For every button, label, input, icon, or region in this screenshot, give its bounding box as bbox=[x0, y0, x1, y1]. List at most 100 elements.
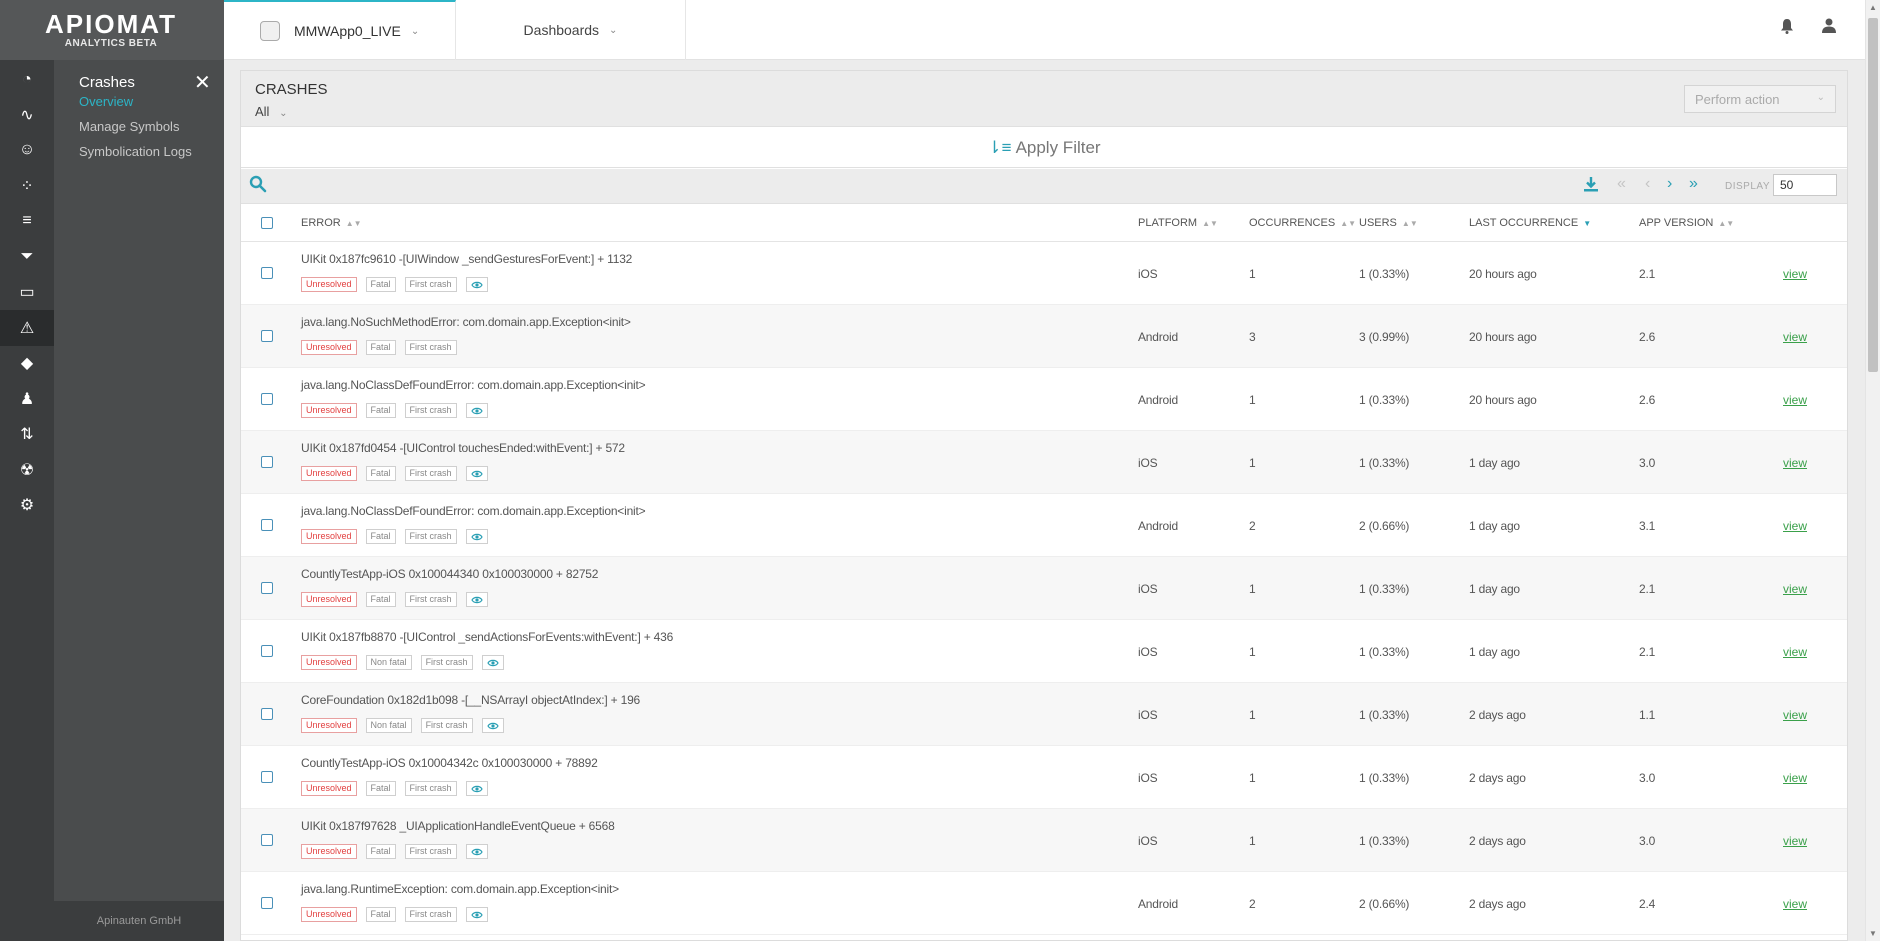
table-row[interactable]: java.lang.NoSuchMethodError: com.domain.… bbox=[241, 305, 1847, 368]
table-row[interactable]: CountlyTestApp-iOS 0x10004342c 0x1000300… bbox=[241, 746, 1847, 809]
row-checkbox[interactable] bbox=[261, 393, 273, 405]
smiley-icon[interactable]: ☺ bbox=[0, 132, 54, 168]
tag-icon[interactable]: ◆ bbox=[0, 345, 54, 381]
row-checkbox[interactable] bbox=[261, 330, 273, 342]
error-title[interactable]: java.lang.NoSuchMethodError: com.domain.… bbox=[301, 315, 631, 329]
table-row[interactable]: java.lang.NoClassDefFoundError: com.doma… bbox=[241, 368, 1847, 431]
view-link[interactable]: view bbox=[1783, 330, 1807, 344]
warning-icon[interactable]: ⚠ bbox=[0, 310, 54, 346]
route-icon[interactable]: ⇅ bbox=[0, 416, 54, 452]
logo-area[interactable]: APIOMAT ANALYTICS BETA bbox=[0, 0, 224, 60]
last-page-icon[interactable]: » bbox=[1689, 175, 1698, 193]
error-title[interactable]: CoreFoundation 0x182d1b098 -[__NSArrayI … bbox=[301, 693, 640, 707]
previous-page-icon[interactable]: ‹ bbox=[1645, 175, 1650, 193]
bell-icon[interactable] bbox=[1780, 18, 1794, 38]
activity-icon[interactable]: ∿ bbox=[0, 97, 54, 133]
row-checkbox[interactable] bbox=[261, 771, 273, 783]
view-link[interactable]: view bbox=[1783, 582, 1807, 596]
occurrences-cell: 1 bbox=[1249, 393, 1256, 407]
radiation-icon[interactable]: ☢ bbox=[0, 452, 54, 488]
row-checkbox[interactable] bbox=[261, 708, 273, 720]
close-icon[interactable]: ✕ bbox=[194, 70, 211, 95]
scroll-up-icon[interactable]: ▲ bbox=[1869, 3, 1877, 12]
first-crash-badge: First crash bbox=[404, 592, 457, 607]
user-icon[interactable] bbox=[1821, 17, 1837, 38]
platform-cell: Android bbox=[1138, 897, 1178, 911]
filter-lines-icon[interactable]: ≡ bbox=[0, 203, 54, 239]
error-title[interactable]: java.lang.RuntimeException: com.domain.a… bbox=[301, 882, 619, 896]
column-last-occurrence[interactable]: LAST OCCURRENCE ▼ bbox=[1469, 217, 1591, 229]
error-title[interactable]: java.lang.NoClassDefFoundError: com.doma… bbox=[301, 504, 646, 518]
gear-icon[interactable]: ⚙ bbox=[0, 487, 54, 523]
row-checkbox[interactable] bbox=[261, 582, 273, 594]
column-occurrences[interactable]: OCCURRENCES ▲▼ bbox=[1249, 217, 1356, 229]
app-selector[interactable]: MMWApp0_LIVE ⌄ bbox=[224, 0, 456, 60]
users-icon[interactable]: ♟ bbox=[0, 381, 54, 417]
error-title[interactable]: CountlyTestApp-iOS 0x10004342c 0x1000300… bbox=[301, 756, 598, 770]
view-link[interactable]: view bbox=[1783, 456, 1807, 470]
table-header: ERROR ▲▼ PLATFORM ▲▼ OCCURRENCES ▲▼ USERS ▲▼… bbox=[241, 205, 1847, 242]
table-row[interactable]: UIKit 0x187fc9610 -[UIWindow _sendGestur… bbox=[241, 242, 1847, 305]
error-title[interactable]: UIKit 0x187f97628 _UIApplicationHandleEv… bbox=[301, 819, 615, 833]
page-scrollbar[interactable]: ▲ ▼ bbox=[1865, 0, 1880, 941]
error-title[interactable]: UIKit 0x187fb8870 -[UIControl _sendActio… bbox=[301, 630, 673, 644]
perform-action-select[interactable]: Perform action ⌄ bbox=[1684, 85, 1836, 113]
apply-filter-button[interactable]: ⇂≡ Apply Filter bbox=[241, 128, 1847, 168]
row-checkbox[interactable] bbox=[261, 519, 273, 531]
search-icon[interactable] bbox=[249, 175, 267, 198]
view-link[interactable]: view bbox=[1783, 708, 1807, 722]
error-title[interactable]: UIKit 0x187fc9610 -[UIWindow _sendGestur… bbox=[301, 252, 632, 266]
funnel-icon[interactable]: ⏷ bbox=[0, 239, 54, 275]
display-count-input[interactable] bbox=[1773, 174, 1837, 196]
view-link[interactable]: view bbox=[1783, 771, 1807, 785]
crash-filter-dropdown[interactable]: All ⌄ bbox=[255, 104, 287, 119]
row-checkbox[interactable] bbox=[261, 645, 273, 657]
scroll-down-icon[interactable]: ▼ bbox=[1869, 929, 1877, 938]
crash-filter-value: All bbox=[255, 104, 270, 119]
view-link[interactable]: view bbox=[1783, 267, 1807, 281]
submenu-item-manage-symbols[interactable]: Manage Symbols bbox=[79, 119, 179, 134]
severity-badge: Fatal bbox=[365, 340, 396, 355]
eye-icon bbox=[465, 592, 488, 607]
view-link[interactable]: view bbox=[1783, 834, 1807, 848]
bubbles-icon[interactable]: ⁘ bbox=[0, 168, 54, 204]
view-link[interactable]: view bbox=[1783, 645, 1807, 659]
platform-cell: Android bbox=[1138, 519, 1178, 533]
next-page-icon[interactable]: › bbox=[1667, 175, 1672, 193]
error-title[interactable]: UIKit 0x187fd0454 -[UIControl touchesEnd… bbox=[301, 441, 625, 455]
row-checkbox[interactable] bbox=[261, 267, 273, 279]
severity-badge: Fatal bbox=[365, 277, 396, 292]
select-all-checkbox[interactable] bbox=[261, 217, 273, 229]
dashboard-icon[interactable]: ◔ bbox=[0, 62, 54, 98]
table-row[interactable]: UIKit 0x187fb8870 -[UIControl _sendActio… bbox=[241, 620, 1847, 683]
column-platform[interactable]: PLATFORM ▲▼ bbox=[1138, 217, 1218, 229]
submenu-item-symbolication-logs[interactable]: Symbolication Logs bbox=[79, 144, 192, 159]
table-row[interactable]: UIKit 0x187f97628 _UIApplicationHandleEv… bbox=[241, 809, 1847, 872]
row-checkbox[interactable] bbox=[261, 834, 273, 846]
table-row[interactable]: CountlyTestApp-iOS 0x100044340 0x1000300… bbox=[241, 557, 1847, 620]
download-icon[interactable] bbox=[1583, 176, 1599, 197]
error-title[interactable]: java.lang.NoClassDefFoundError: com.doma… bbox=[301, 378, 646, 392]
row-checkbox[interactable] bbox=[261, 456, 273, 468]
table-row[interactable]: java.lang.NoClassDefFoundError: com.doma… bbox=[241, 494, 1847, 557]
table-row[interactable]: java.lang.RuntimeException: com.domain.a… bbox=[241, 872, 1847, 935]
column-app-version-label: APP VERSION bbox=[1639, 217, 1714, 229]
column-app-version[interactable]: APP VERSION ▲▼ bbox=[1639, 217, 1734, 229]
row-checkbox[interactable] bbox=[261, 897, 273, 909]
view-link[interactable]: view bbox=[1783, 897, 1807, 911]
column-error[interactable]: ERROR ▲▼ bbox=[301, 217, 362, 229]
severity-badge: Fatal bbox=[365, 466, 396, 481]
platform-cell: iOS bbox=[1138, 834, 1158, 848]
column-users[interactable]: USERS ▲▼ bbox=[1359, 217, 1418, 229]
table-row[interactable]: UIKit 0x187fd0454 -[UIControl touchesEnd… bbox=[241, 431, 1847, 494]
view-link[interactable]: view bbox=[1783, 519, 1807, 533]
users-cell: 1 (0.33%) bbox=[1359, 645, 1410, 659]
card-icon[interactable]: ▭ bbox=[0, 274, 54, 310]
error-title[interactable]: CountlyTestApp-iOS 0x100044340 0x1000300… bbox=[301, 567, 598, 581]
table-row[interactable]: CoreFoundation 0x182d1b098 -[__NSArrayI … bbox=[241, 683, 1847, 746]
first-page-icon[interactable]: « bbox=[1617, 175, 1626, 193]
submenu-item-overview[interactable]: Overview bbox=[79, 94, 133, 109]
scroll-thumb[interactable] bbox=[1868, 18, 1878, 372]
dashboards-selector[interactable]: Dashboards ⌄ bbox=[456, 0, 686, 60]
view-link[interactable]: view bbox=[1783, 393, 1807, 407]
